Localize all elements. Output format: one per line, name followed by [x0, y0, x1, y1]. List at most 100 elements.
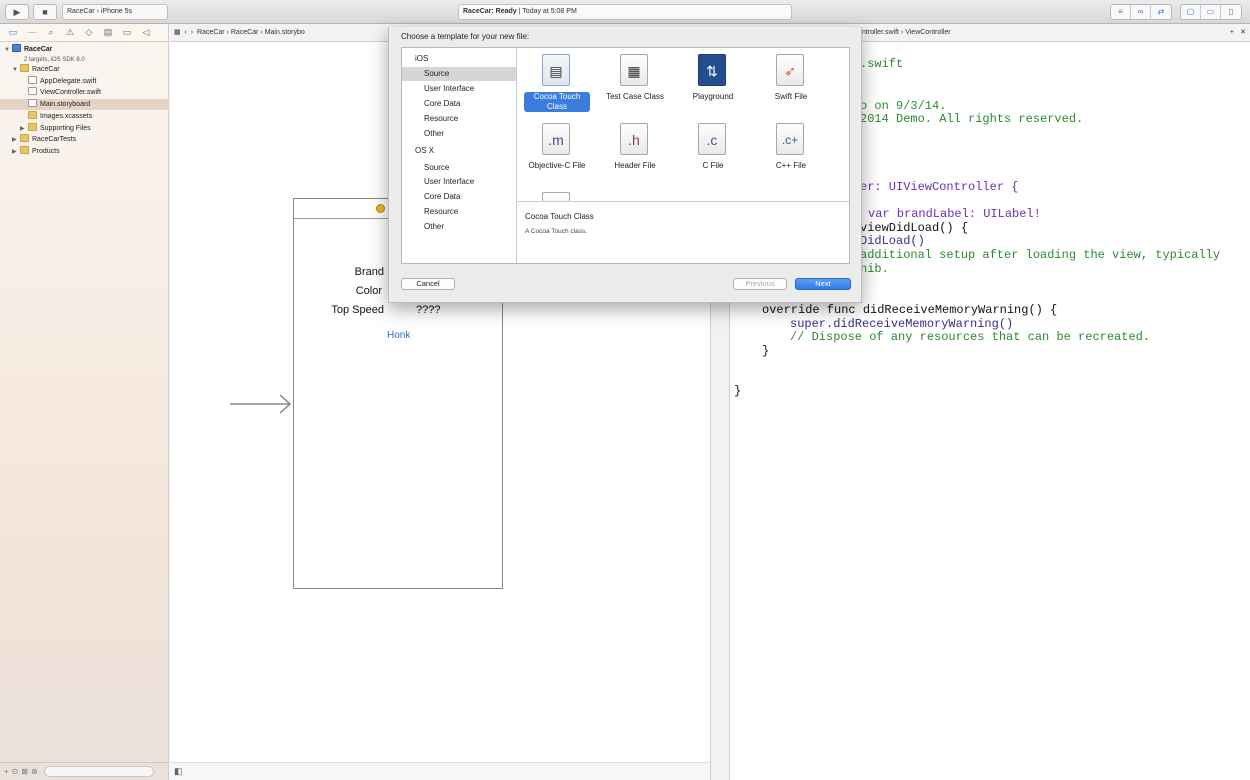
template-category-list: iOS Source User Interface Core Data Reso… — [402, 48, 517, 263]
editor-mode-control[interactable]: ≡ ∞ ⇄ — [1110, 4, 1172, 20]
template-more[interactable] — [518, 188, 596, 201]
back-icon[interactable]: ‹ — [185, 29, 187, 36]
disclosure-triangle-icon[interactable]: ▼ — [4, 46, 12, 55]
code-line: var brandLabel: UILabel! — [868, 207, 1041, 221]
view-controller-icon[interactable] — [376, 204, 385, 213]
disclosure-triangle-icon[interactable]: ▼ — [12, 65, 20, 76]
template-grid: ▤ Cocoa Touch Class ▦ Test Case Class ⇅ … — [518, 48, 850, 202]
template-objective-c-file[interactable]: .m Objective-C File — [518, 119, 596, 183]
status-title: RaceCar: Ready — [463, 8, 517, 15]
brand-label[interactable]: Brand — [314, 266, 384, 278]
tree-item-main-storyboard[interactable]: Main.storyboard — [0, 99, 169, 110]
project-navigator-icon[interactable]: ▭ — [6, 27, 20, 38]
scheme-selector[interactable]: RaceCar › iPhone 5s — [62, 4, 168, 20]
jump-item-group[interactable]: RaceCar — [231, 29, 259, 36]
template-cpp-file[interactable]: .c+ C++ File — [752, 119, 830, 183]
standard-editor-icon[interactable]: ≡ — [1111, 5, 1131, 19]
color-label[interactable]: Color — [314, 285, 382, 297]
top-speed-label[interactable]: Top Speed — [314, 304, 384, 316]
category-osx-user-interface[interactable]: User Interface — [402, 175, 516, 189]
cancel-button[interactable]: Cancel — [401, 278, 455, 290]
category-ios-resource[interactable]: Resource — [402, 112, 516, 126]
debug-toggle-icon[interactable]: ▭ — [1201, 5, 1221, 19]
tree-item-images[interactable]: Images.xcassets — [0, 111, 169, 122]
tree-item-group-racecar[interactable]: ▼ RaceCar — [0, 64, 169, 75]
category-osx-other[interactable]: Other — [402, 220, 516, 234]
project-icon — [12, 44, 21, 52]
file-icon — [542, 192, 570, 201]
filter-icon[interactable]: ⊛ — [31, 767, 38, 776]
category-ios-core-data[interactable]: Core Data — [402, 97, 516, 111]
template-swift-file[interactable]: ➶ Swift File — [752, 50, 830, 114]
close-editor-icon[interactable]: ✕ — [1240, 24, 1246, 41]
template-playground[interactable]: ⇅ Playground — [674, 50, 752, 114]
add-icon[interactable]: + — [4, 767, 9, 776]
symbol-navigator-icon[interactable]: ⋯ — [25, 27, 39, 38]
objective-c-file-icon: .m — [542, 123, 570, 155]
category-ios-user-interface[interactable]: User Interface — [402, 82, 516, 96]
cpp-file-icon: .c+ — [776, 123, 804, 155]
view-toggle-control[interactable]: ▢ ▭ ▯ — [1180, 4, 1242, 20]
disclosure-triangle-icon[interactable]: ▶ — [12, 135, 20, 146]
template-name: Header File — [614, 161, 656, 170]
issue-navigator-icon[interactable]: ⚠ — [63, 27, 77, 38]
code-line: } — [762, 344, 770, 358]
disclosure-triangle-icon[interactable]: ▶ — [12, 147, 20, 158]
tree-item-project[interactable]: ▼ RaceCar 2 targets, iOS SDK 8.0 — [0, 44, 169, 64]
navigator-tabs: ▭ ⋯ ⌕ ⚠ ◇ ▤ ▭ ◁ — [0, 24, 169, 42]
tree-item-racecartests[interactable]: ▶ RaceCarTests — [0, 134, 169, 145]
template-c-file[interactable]: .c C File — [674, 119, 752, 183]
tree-item-appdelegate[interactable]: AppDelegate.swift — [0, 76, 169, 87]
toolbar: ▶ ■ RaceCar › iPhone 5s RaceCar: Ready |… — [0, 0, 1250, 24]
jump-item-file[interactable]: Main.storybo — [265, 29, 305, 36]
document-outline-toggle-icon[interactable]: ◧ — [174, 766, 183, 776]
category-osx-core-data[interactable]: Core Data — [402, 190, 516, 204]
debug-navigator-icon[interactable]: ▤ — [101, 27, 115, 38]
next-button[interactable]: Next — [795, 278, 851, 290]
honk-button[interactable]: Honk — [387, 330, 410, 341]
tree-item-viewcontroller[interactable]: ViewController.swift — [0, 87, 169, 98]
breakpoint-navigator-icon[interactable]: ▭ — [120, 27, 134, 38]
recent-files-icon[interactable]: ⊙ — [12, 767, 19, 776]
assistant-editor-icon[interactable]: ∞ — [1131, 5, 1151, 19]
grid-icon[interactable]: ▦ — [174, 29, 181, 36]
category-ios-source[interactable]: Source — [402, 67, 516, 81]
stop-button[interactable]: ■ — [33, 4, 57, 20]
c-file-icon: .c — [698, 123, 726, 155]
template-cocoa-touch-class[interactable]: ▤ Cocoa Touch Class — [518, 50, 596, 114]
utilities-toggle-icon[interactable]: ▯ — [1221, 5, 1241, 19]
previous-button[interactable]: Previous — [733, 278, 787, 290]
find-navigator-icon[interactable]: ⌕ — [44, 27, 58, 38]
category-osx-resource[interactable]: Resource — [402, 205, 516, 219]
forward-icon[interactable]: › — [191, 29, 193, 36]
tree-item-products[interactable]: ▶ Products — [0, 146, 169, 157]
test-case-class-icon: ▦ — [620, 54, 648, 86]
code-line: nib. — [860, 262, 889, 276]
jump-item-symbol[interactable]: ViewController — [905, 29, 950, 36]
code-line: // Dispose of any resources that can be … — [790, 330, 1151, 344]
category-osx-source[interactable]: Source — [402, 161, 516, 175]
template-test-case-class[interactable]: ▦ Test Case Class — [596, 50, 674, 114]
category-header-ios: iOS — [415, 54, 429, 63]
tree-item-supporting-files[interactable]: ▶ Supporting Files — [0, 123, 169, 134]
navigator-toggle-icon[interactable]: ▢ — [1181, 5, 1201, 19]
top-speed-value-label[interactable]: ???? — [416, 304, 440, 316]
swift-file-icon — [28, 87, 37, 95]
cocoa-touch-class-icon: ▤ — [542, 54, 570, 86]
template-header-file[interactable]: .h Header File — [596, 119, 674, 183]
activity-status: RaceCar: Ready | Today at 5:08 PM — [458, 4, 792, 20]
jump-item-project[interactable]: RaceCar — [197, 29, 225, 36]
jump-item-file[interactable]: ntroller.swift — [862, 29, 899, 36]
source-control-filter-icon[interactable]: ⊠ — [21, 767, 28, 776]
run-button[interactable]: ▶ — [5, 4, 29, 20]
add-editor-icon[interactable]: + — [1230, 24, 1234, 41]
swift-file-icon — [28, 76, 37, 84]
report-navigator-icon[interactable]: ◁ — [139, 27, 153, 38]
category-ios-other[interactable]: Other — [402, 127, 516, 141]
folder-icon — [20, 146, 29, 154]
navigator-filter-input[interactable] — [43, 766, 154, 777]
version-editor-icon[interactable]: ⇄ — [1151, 5, 1171, 19]
test-navigator-icon[interactable]: ◇ — [82, 27, 96, 38]
code-line: } — [734, 384, 742, 398]
code-line: super.didReceiveMemoryWarning() — [790, 317, 1014, 331]
